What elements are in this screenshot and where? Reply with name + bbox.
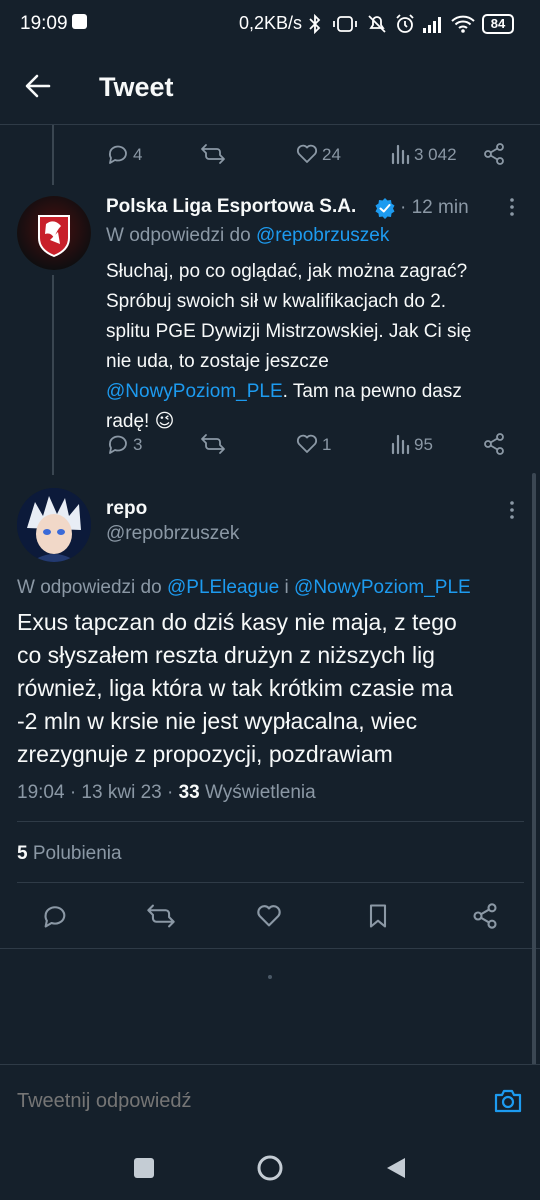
ple-text-line: nie uda, to zostaje jeszcze xyxy=(106,351,329,372)
tweet-meta: 19:04 · 13 kwi 23 · 33 Wyświetlenia xyxy=(17,782,316,804)
camera-icon[interactable] xyxy=(493,1087,523,1115)
page-title: Tweet xyxy=(99,72,174,102)
ple-reply-context: W odpowiedzi do @repobrzuszek xyxy=(106,225,389,247)
reply-prefix: W odpowiedzi do xyxy=(106,225,251,246)
status-bar: 19:09 0,2KB/s 84 xyxy=(0,0,540,50)
view-count: 3 042 xyxy=(414,145,457,164)
verified-badge-icon xyxy=(375,198,395,219)
tweet-timestamp[interactable]: 19:04 · 13 kwi 23 · xyxy=(17,782,173,803)
system-navigation-bar xyxy=(0,1140,540,1200)
reply-count: 3 xyxy=(133,435,143,454)
wifi-icon xyxy=(451,15,475,33)
back-arrow-icon[interactable] xyxy=(24,72,52,100)
reply-icon[interactable] xyxy=(106,142,130,166)
loading-dot xyxy=(268,975,272,979)
main-tweet-actions xyxy=(0,898,540,934)
main-text-line: zrezygnuje z propozycji, pozdrawiam xyxy=(17,741,393,767)
signal-icon xyxy=(423,17,441,33)
header-divider xyxy=(0,124,540,125)
ple-logo-icon xyxy=(17,196,91,270)
recents-button[interactable] xyxy=(134,1158,154,1178)
main-tweet-text: Exus tapczan do dziś kasy nie maja, z te… xyxy=(17,606,527,771)
reply-icon[interactable] xyxy=(41,902,69,930)
user-avatar-icon xyxy=(17,488,91,562)
actions-divider xyxy=(0,948,540,949)
tweet-views-count: 33 xyxy=(178,782,200,803)
likes-summary[interactable]: 5 Polubienia xyxy=(17,843,122,865)
share-icon[interactable] xyxy=(482,142,506,166)
views-icon[interactable] xyxy=(390,142,412,166)
ple-tweet-text: Słuchaj, po co oglądać, jak można zagrać… xyxy=(106,257,526,437)
ple-text-fragment: . Tam na pewno dasz xyxy=(282,381,462,402)
view-count: 95 xyxy=(414,435,433,454)
like-count: 1 xyxy=(322,435,332,454)
meta-divider xyxy=(17,821,524,822)
retweet-icon[interactable] xyxy=(200,432,226,456)
ple-name[interactable]: Polska Liga Esportowa S.A. xyxy=(106,196,356,218)
home-button[interactable] xyxy=(256,1154,284,1182)
mention-link[interactable]: @NowyPoziom_PLE xyxy=(106,381,283,402)
back-button[interactable] xyxy=(385,1156,407,1180)
bluetooth-icon xyxy=(309,14,321,34)
main-text-line: również, liga która w tak krótkim czasie… xyxy=(17,675,453,701)
views-icon[interactable] xyxy=(390,432,412,456)
ple-avatar[interactable] xyxy=(17,196,91,270)
bookmark-icon[interactable] xyxy=(364,902,392,930)
main-reply-context: W odpowiedzi do @PLEleague i @NowyPoziom… xyxy=(17,577,471,599)
network-rate: 0,2KB/s xyxy=(239,13,303,33)
like-icon[interactable] xyxy=(255,902,283,930)
likes-label: Polubienia xyxy=(32,843,122,864)
like-count: 24 xyxy=(322,145,341,164)
main-text-line: co słyszałem reszta drużyn z niższych li… xyxy=(17,642,435,668)
battery-indicator: 84 xyxy=(482,14,514,34)
more-icon[interactable] xyxy=(503,196,521,218)
prev-tweet-actions: 4 24 3 042 xyxy=(0,138,540,170)
share-icon[interactable] xyxy=(471,902,499,930)
reply-to-link[interactable]: @NowyPoziom_PLE xyxy=(294,577,471,598)
battery-level: 84 xyxy=(490,16,506,31)
tweet-views-label[interactable]: Wyświetlenia xyxy=(205,782,316,803)
likes-divider xyxy=(17,882,524,883)
reply-prefix: W odpowiedzi do xyxy=(17,577,162,598)
ple-tweet-actions: 3 1 95 xyxy=(0,428,540,460)
ple-text-line: Spróbuj swoich sił w kwalifikacjach do 2… xyxy=(106,291,447,312)
like-icon[interactable] xyxy=(295,142,319,166)
reply-joiner: i xyxy=(284,577,289,598)
reply-icon[interactable] xyxy=(106,432,130,456)
main-text-line: Exus tapczan do dziś kasy nie maja, z te… xyxy=(17,609,457,635)
reply-count: 4 xyxy=(133,145,143,164)
reply-to-link[interactable]: @repobrzuszek xyxy=(256,225,389,246)
status-time: 19:09 xyxy=(20,13,68,34)
vibrate-icon xyxy=(333,16,357,32)
alarm-icon xyxy=(396,14,414,33)
ple-text-line: splitu PGE Dywizji Mistrzowskiej. Jak Ci… xyxy=(106,321,472,342)
retweet-icon[interactable] xyxy=(146,902,176,930)
ple-text-line: @NowyPoziom_PLE. Tam na pewno dasz xyxy=(106,377,526,407)
ple-time: · 12 min xyxy=(400,197,469,218)
more-icon[interactable] xyxy=(503,499,521,521)
reply-input[interactable] xyxy=(17,1090,417,1113)
repo-handle[interactable]: @repobrzuszek xyxy=(106,523,239,545)
like-icon[interactable] xyxy=(295,432,319,456)
scrollbar[interactable] xyxy=(532,473,536,1069)
main-text-line: -2 mln w krsie nie jest wypłacalna, wiec xyxy=(17,708,418,734)
reply-to-link[interactable]: @PLEleague xyxy=(167,577,279,598)
notification-icon xyxy=(72,14,87,29)
ple-text-line: Słuchaj, po co oglądać, jak można zagrać… xyxy=(106,261,468,282)
mute-icon xyxy=(368,15,386,33)
likes-count: 5 xyxy=(17,843,28,864)
repo-avatar[interactable] xyxy=(17,488,91,562)
retweet-icon[interactable] xyxy=(200,142,226,166)
share-icon[interactable] xyxy=(482,432,506,456)
repo-name[interactable]: repo xyxy=(106,498,147,520)
